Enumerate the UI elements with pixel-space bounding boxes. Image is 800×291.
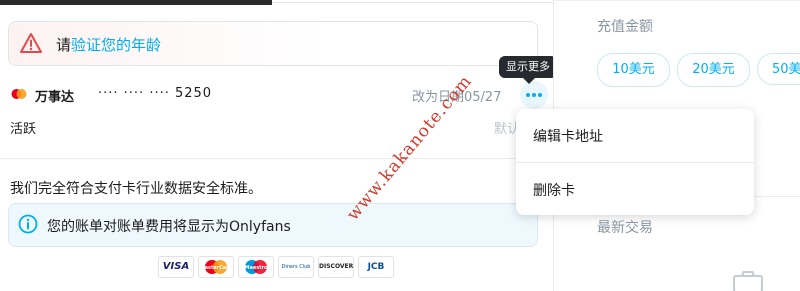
payment-methods-panel: 请验证您的年龄 万事达 ···· ···· ···· 5250 改为日期05/2… — [0, 0, 557, 291]
info-icon — [18, 214, 38, 234]
show-more-tooltip: 显示更多 — [499, 56, 557, 84]
maestro-logo: Maestro — [238, 256, 274, 278]
visa-logo: VISA — [158, 256, 194, 278]
amount-option-20[interactable]: 20美元 — [677, 53, 750, 87]
tab-rule — [272, 2, 553, 3]
dot-icon — [532, 93, 536, 97]
briefcase-icon — [733, 271, 763, 291]
sidebar-top-rule — [554, 0, 800, 1]
section-divider — [0, 158, 553, 159]
card-masked-number: ···· ···· ···· 5250 — [98, 86, 213, 101]
card-brand: 万事达 — [35, 90, 75, 105]
card-status: 活跃 — [10, 122, 37, 137]
billing-notice-text: 您的账单对账单费用将显示为Onlyfans — [47, 219, 291, 235]
pci-compliance-text: 我们完全符合支付卡行业数据安全标准。 — [10, 181, 262, 197]
more-options-button[interactable] — [520, 81, 548, 109]
discover-logo: DISCOVER — [318, 256, 354, 278]
mastercard-logo: MasterCard — [198, 256, 234, 278]
amount-option-10[interactable]: 10美元 — [597, 53, 670, 87]
verify-age-link[interactable]: 验证您的年龄 — [71, 36, 161, 54]
recent-transactions-title: 最新交易 — [597, 220, 653, 236]
jcb-logo: JCB — [358, 256, 394, 278]
delete-card-item[interactable]: 删除卡 — [516, 163, 754, 215]
edit-card-address-label: 编辑卡地址 — [533, 129, 603, 145]
dot-icon — [526, 93, 530, 97]
age-verification-banner[interactable]: 请验证您的年龄 — [8, 21, 538, 66]
billing-notice-banner: 您的账单对账单费用将显示为Onlyfans — [8, 203, 538, 247]
age-banner-text: 请验证您的年龄 — [56, 34, 161, 55]
age-banner-prefix: 请 — [56, 36, 72, 54]
dot-icon — [538, 93, 542, 97]
warning-icon — [20, 33, 42, 53]
diners-club-logo: Diners Club — [278, 256, 314, 278]
mastercard-logo-icon — [11, 89, 27, 99]
edit-card-address-item[interactable]: 编辑卡地址 — [516, 109, 754, 161]
active-tab-indicator — [0, 0, 272, 5]
delete-card-label: 删除卡 — [533, 183, 575, 199]
topup-amount-title: 充值金额 — [597, 19, 653, 35]
amount-option-50[interactable]: 50美 — [757, 53, 800, 85]
card-options-menu: 编辑卡地址 删除卡 — [516, 109, 754, 215]
